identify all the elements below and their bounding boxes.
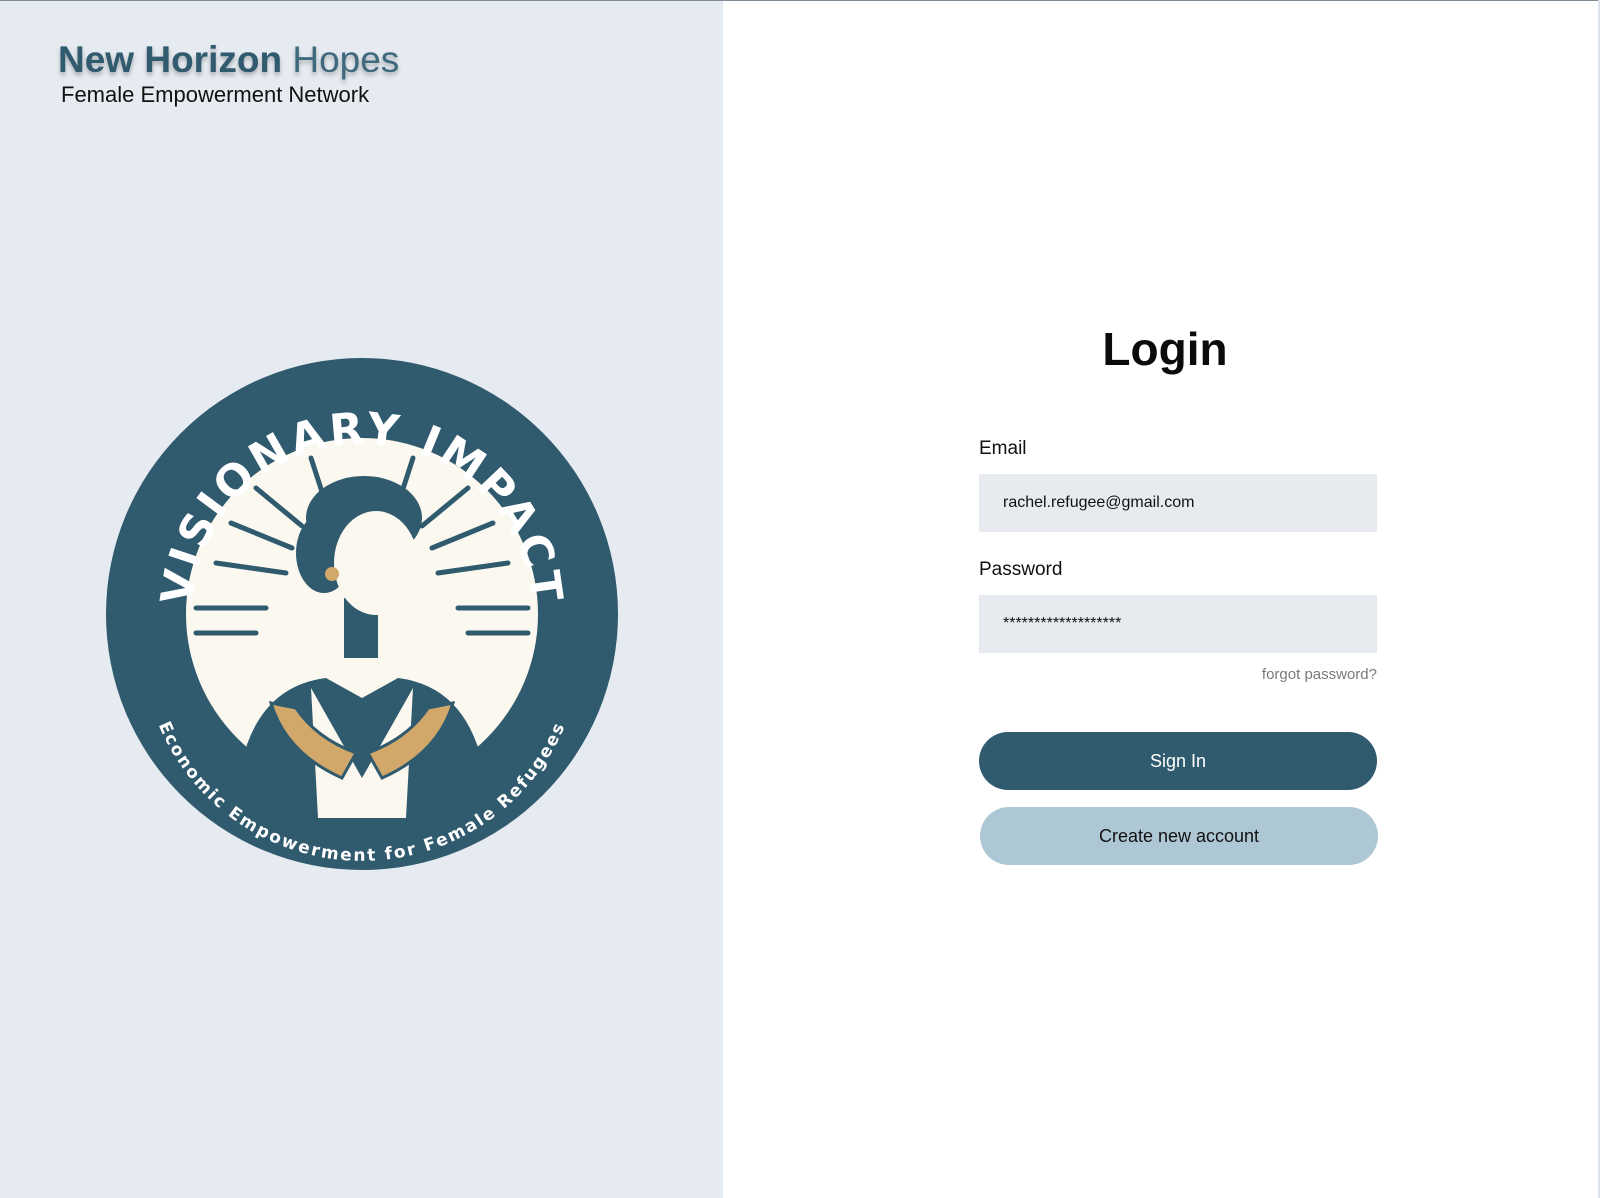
create-account-label: Create new account — [1098, 825, 1260, 846]
brand-tagline: Female Empowerment Network — [61, 82, 370, 107]
forgot-password-link[interactable]: forgot password? — [1262, 666, 1377, 683]
password-value: ******************* — [1003, 615, 1122, 632]
password-label: Password — [979, 559, 1063, 580]
visionary-impact-logo: VISIONARY IMPACT Economic Empowerment fo… — [106, 358, 618, 870]
email-value: rachel.refugee@gmail.com — [1003, 494, 1195, 511]
logo-face — [334, 511, 418, 615]
brand-name-bold: New Horizon — [58, 39, 283, 80]
sign-in-label: Sign In — [1149, 750, 1207, 771]
password-field[interactable]: ******************* — [979, 595, 1377, 653]
email-field[interactable]: rachel.refugee@gmail.com — [979, 474, 1377, 532]
sign-in-button[interactable]: Sign In — [979, 732, 1377, 790]
logo-emblem-icon: VISIONARY IMPACT Economic Empowerment fo… — [106, 358, 618, 870]
logo-earring — [325, 567, 339, 581]
create-account-button[interactable]: Create new account — [980, 807, 1378, 865]
brand-title: New Horizon Hopes — [58, 38, 399, 82]
brand-name-light: Hopes — [292, 39, 400, 80]
brand-header: New Horizon Hopes Female Empowerment Net… — [58, 38, 399, 108]
email-label: Email — [979, 438, 1027, 459]
login-title: Login — [1102, 323, 1228, 375]
